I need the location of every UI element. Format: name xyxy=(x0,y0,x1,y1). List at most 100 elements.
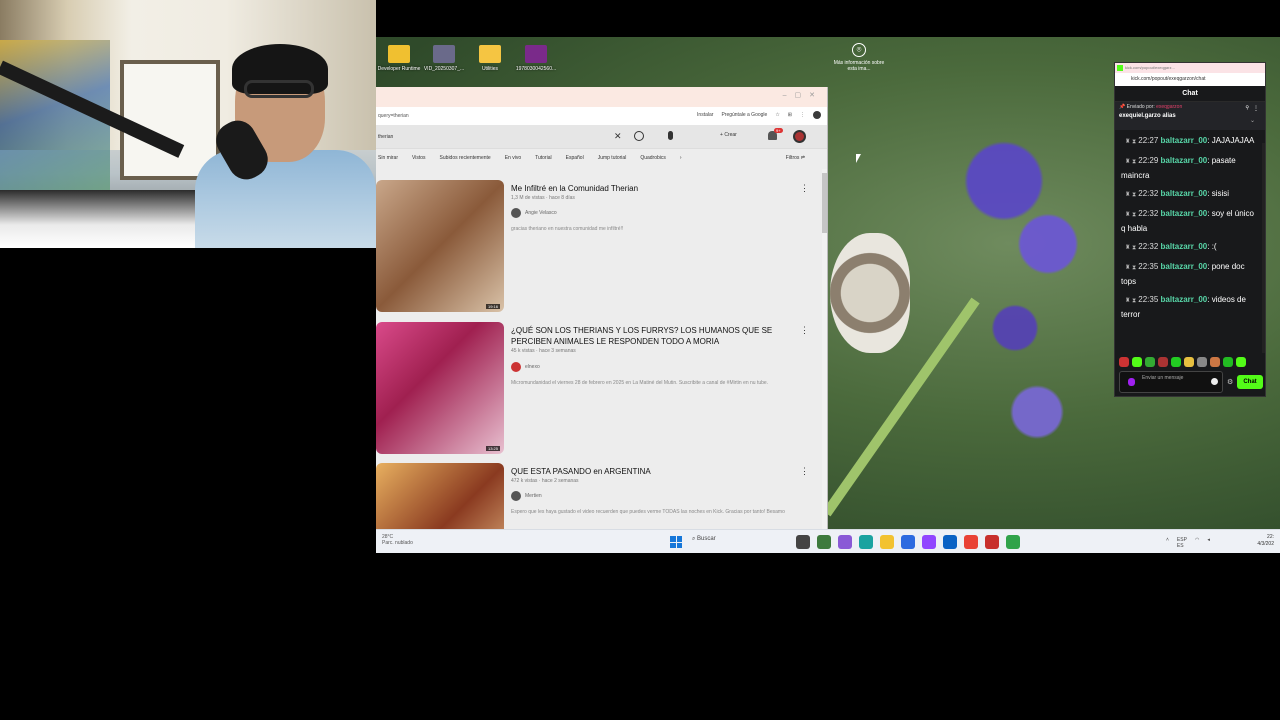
extensions-icon[interactable]: ⊞ xyxy=(788,112,792,118)
desktop-icon-developer-runtime[interactable]: Developer Runtime xyxy=(376,45,422,72)
language-indicator[interactable]: ESP ES xyxy=(1177,537,1187,549)
video-thumbnail[interactable] xyxy=(376,463,504,530)
youtube-header: therian ✕ + Crear 9+ xyxy=(376,125,827,149)
chip[interactable]: Tutorial xyxy=(535,155,552,161)
channel-avatar xyxy=(511,208,521,218)
badge-icon: ♜ ⧗ xyxy=(1125,159,1137,165)
filters-button[interactable]: Filtros ⇌ xyxy=(786,155,805,161)
star-icon[interactable]: ☆ xyxy=(775,112,779,118)
channel-info[interactable]: Mertien xyxy=(511,491,542,501)
video-duration: 13:25 xyxy=(485,446,500,451)
chat-message[interactable]: ♜ ⧗ 22:35 baltazarr_00: pone doc tops xyxy=(1121,260,1259,288)
channel-info[interactable]: Angie Velasco xyxy=(511,208,557,218)
chevron-down-icon[interactable]: ⌄ xyxy=(1250,117,1255,124)
mic-icon[interactable] xyxy=(668,131,673,140)
badge-icon: ♜ ⧗ xyxy=(1125,192,1137,198)
chrome-profile-icon[interactable] xyxy=(1006,535,1020,549)
video-thumbnail[interactable]: 13:25 xyxy=(376,322,504,454)
emote-icon[interactable] xyxy=(1223,357,1233,367)
channel-avatar xyxy=(511,491,521,501)
search-icon[interactable] xyxy=(634,131,644,141)
video-result[interactable]: 19:16 Me Infiltré en la Comunidad Theria… xyxy=(376,180,822,316)
avatar[interactable] xyxy=(793,130,806,143)
chip[interactable]: Español xyxy=(566,155,584,161)
chevron-up-icon[interactable]: ˄ xyxy=(1166,537,1169,549)
emoji-icon[interactable] xyxy=(1211,378,1218,385)
address-bar[interactable]: query=therian Instalar Pregúntale a Goog… xyxy=(376,107,827,125)
obs-icon[interactable] xyxy=(985,535,999,549)
video-title[interactable]: ¿QUÉ SON LOS THERIANS Y LOS FURRYS? LOS … xyxy=(511,325,791,347)
chat-message[interactable]: ♜ ⧗ 22:29 baltazarr_00: pasate maincra xyxy=(1121,154,1259,182)
video-result[interactable]: 13:25 ¿QUÉ SON LOS THERIANS Y LOS FURRYS… xyxy=(376,322,822,458)
volume-icon[interactable]: ◂ xyxy=(1207,537,1210,549)
channel-info[interactable]: elnexo xyxy=(511,362,540,372)
clear-search-icon[interactable]: ✕ xyxy=(614,131,622,142)
scrollbar[interactable] xyxy=(822,169,827,530)
wallpaper-info[interactable]: ⌾ Más información sobre esta ima... xyxy=(831,43,887,72)
desktop-icon-video[interactable]: VID_20250307_... xyxy=(421,45,467,72)
taskbar-clock[interactable]: 22: 4/3/202 xyxy=(1257,534,1274,548)
chip[interactable]: Sin mirar xyxy=(378,155,398,161)
ask-google-button[interactable]: Pregúntale a Google xyxy=(721,112,767,118)
weather-widget[interactable]: 28°C Parc. nublado xyxy=(382,534,413,546)
chrome-icon[interactable] xyxy=(964,535,978,549)
pinned-menu-icon[interactable]: ⋮ xyxy=(1253,105,1259,112)
more-options-icon[interactable]: ⋮ xyxy=(800,183,809,194)
minecraft-icon[interactable] xyxy=(817,535,831,549)
file-explorer-icon[interactable] xyxy=(880,535,894,549)
store-icon[interactable] xyxy=(901,535,915,549)
emote-icon[interactable] xyxy=(1236,357,1246,367)
windows-start-icon[interactable] xyxy=(670,536,682,548)
menu-icon[interactable]: ⋮ xyxy=(800,112,805,118)
emote-icon[interactable] xyxy=(1171,357,1181,367)
taskview-icon[interactable] xyxy=(796,535,810,549)
chevron-right-icon[interactable]: › xyxy=(680,155,682,161)
video-result[interactable]: QUE ESTA PASANDO en ARGENTINA 472 k vist… xyxy=(376,463,822,530)
chip[interactable]: Vistos xyxy=(412,155,426,161)
chat-message[interactable]: ♜ ⧗ 22:27 baltazarr_00: JAJAJAJAA xyxy=(1121,134,1259,149)
emote-icon[interactable] xyxy=(1132,357,1142,367)
video-title[interactable]: QUE ESTA PASANDO en ARGENTINA xyxy=(511,466,791,477)
app-icon[interactable] xyxy=(838,535,852,549)
browser-titlebar: –▢✕ xyxy=(376,87,827,107)
search-input[interactable]: therian xyxy=(376,134,616,140)
emote-icon[interactable] xyxy=(1145,357,1155,367)
chat-scrollbar[interactable] xyxy=(1262,143,1265,353)
chat-url-bar[interactable]: kick.com/popout/exeqgarzon/chat xyxy=(1115,73,1265,86)
chip[interactable]: En vivo xyxy=(505,155,521,161)
more-options-icon[interactable]: ⋮ xyxy=(800,325,809,336)
chat-message[interactable]: ♜ ⧗ 22:32 baltazarr_00: soy el único q ha… xyxy=(1121,207,1259,235)
edge-icon[interactable] xyxy=(859,535,873,549)
emote-icon[interactable] xyxy=(1184,357,1194,367)
chat-message[interactable]: ♜ ⧗ 22:35 baltazarr_00: videos de terror xyxy=(1121,293,1259,321)
gear-icon[interactable]: ⚙ xyxy=(1227,378,1233,386)
send-chat-button[interactable]: Chat xyxy=(1237,375,1263,389)
video-thumbnail[interactable]: 19:16 xyxy=(376,180,504,312)
chip[interactable]: Jump tutorial xyxy=(598,155,627,161)
more-options-icon[interactable]: ⋮ xyxy=(800,466,809,477)
video-title[interactable]: Me Infiltré en la Comunidad Therian xyxy=(511,183,791,194)
chat-message[interactable]: ♜ ⧗ 22:32 baltazarr_00: sisisi xyxy=(1121,187,1259,202)
system-tray: ˄ ESP ES ◠ ◂ xyxy=(1166,537,1210,549)
chip[interactable]: Subidos recientemente xyxy=(440,155,491,161)
twitch-icon[interactable] xyxy=(922,535,936,549)
desktop-icon-utilities[interactable]: Utilities xyxy=(467,45,513,72)
taskbar-search[interactable]: ⌕ Buscar xyxy=(692,536,716,543)
chat-input[interactable]: Enviar un mensaje xyxy=(1119,371,1223,393)
create-button[interactable]: + Crear xyxy=(720,132,737,138)
emote-icon[interactable] xyxy=(1158,357,1168,367)
wifi-icon[interactable]: ◠ xyxy=(1195,537,1199,549)
emote-icon[interactable] xyxy=(1210,357,1220,367)
desktop-icon-image[interactable]: 1978030042560... xyxy=(513,45,559,72)
notification-badge: 9+ xyxy=(774,128,783,133)
chat-message[interactable]: ♜ ⧗ 22:32 baltazarr_00: :( xyxy=(1121,240,1259,255)
emote-icon[interactable] xyxy=(1197,357,1207,367)
profile-avatar[interactable] xyxy=(813,111,821,119)
window-controls[interactable]: –▢✕ xyxy=(783,91,823,99)
unpin-icon[interactable]: ⚲ xyxy=(1245,105,1249,111)
emote-icon[interactable] xyxy=(1119,357,1129,367)
chip[interactable]: Quadrobics xyxy=(640,155,666,161)
install-button[interactable]: Instalar xyxy=(697,112,713,118)
pinned-message[interactable]: 📌 Enviado por: exeqgarzon exequiel.garzo… xyxy=(1115,102,1265,130)
calculator-icon[interactable] xyxy=(943,535,957,549)
